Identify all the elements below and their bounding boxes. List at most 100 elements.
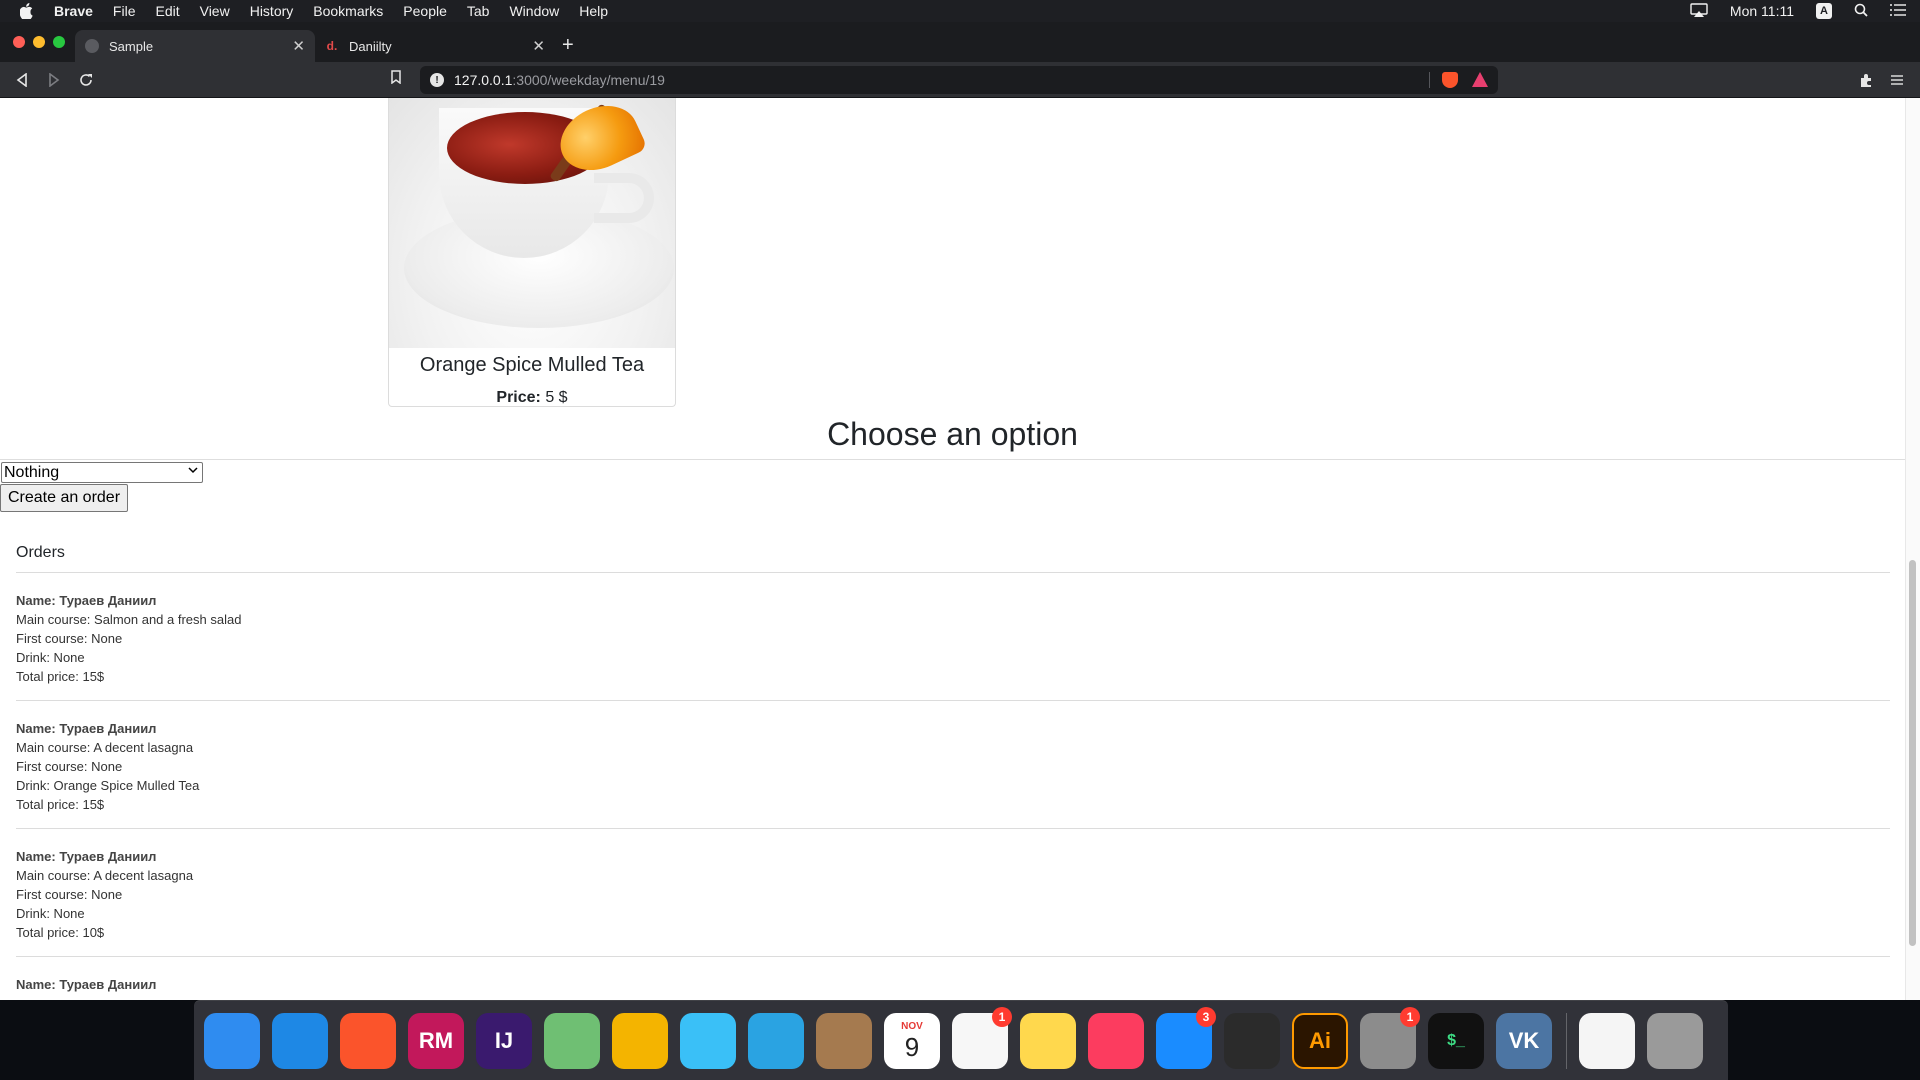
tab-title: Sample: [109, 38, 154, 54]
tab-daniilty[interactable]: d. Daniilty ✕: [315, 30, 555, 62]
url-host: 127.0.0.1: [454, 72, 513, 88]
airplay-icon[interactable]: [1690, 2, 1708, 20]
site-info-icon[interactable]: !: [430, 73, 444, 87]
minimize-window-button[interactable]: [33, 36, 45, 48]
music-icon[interactable]: [1088, 1012, 1144, 1069]
dock-icon-label: IJ: [494, 1027, 514, 1053]
maps-icon[interactable]: [544, 1012, 600, 1069]
card-title: Orange Spice Mulled Tea: [419, 354, 645, 376]
menu-history[interactable]: History: [250, 3, 294, 19]
option-select[interactable]: Nothing: [1, 462, 203, 483]
brave-icon[interactable]: [340, 1012, 396, 1069]
notification-badge: 1: [992, 1006, 1012, 1027]
telegram-icon[interactable]: [748, 1012, 804, 1069]
back-icon[interactable]: [12, 70, 32, 90]
tea-image: [389, 98, 675, 348]
intellij-icon[interactable]: IJ: [476, 1012, 532, 1069]
finder-icon[interactable]: [204, 1012, 260, 1069]
menu-window[interactable]: Window: [509, 3, 559, 19]
trash-icon[interactable]: [1647, 1012, 1703, 1069]
spotlight-search-icon[interactable]: [1854, 3, 1868, 20]
menu-icon[interactable]: [1887, 70, 1907, 90]
daniilty-favicon-icon: d.: [326, 39, 338, 53]
order-first-course: First course: None: [16, 887, 123, 902]
dock-separator: [1566, 1012, 1567, 1069]
menu-tab[interactable]: Tab: [467, 3, 490, 19]
order-item: Name: Тураев Даниил Main course: A decen…: [16, 829, 1890, 957]
menu-help[interactable]: Help: [579, 3, 608, 19]
reminders-icon[interactable]: 1: [952, 1006, 1012, 1069]
globe-icon: [85, 39, 99, 53]
final-cut-icon[interactable]: [1224, 1012, 1280, 1069]
tab-sample[interactable]: Sample ✕: [75, 30, 315, 62]
order-drink: Drink: None: [16, 650, 85, 665]
forward-icon[interactable]: [44, 70, 64, 90]
notes-icon[interactable]: [1020, 1012, 1076, 1069]
menu-bookmarks[interactable]: Bookmarks: [313, 3, 383, 19]
app-store-icon[interactable]: 3: [1156, 1006, 1216, 1069]
contacts-icon[interactable]: [816, 1012, 872, 1069]
brave-rewards-icon[interactable]: [1472, 72, 1488, 87]
brave-shields-icon[interactable]: [1442, 72, 1458, 88]
notification-center-icon[interactable]: [1890, 3, 1906, 19]
close-tab-icon[interactable]: ✕: [532, 37, 545, 55]
menu-item-card: Orange Spice Mulled Tea Price: 5 $: [388, 98, 676, 407]
tea-image-icon[interactable]: [1579, 1012, 1635, 1069]
illustrator-icon[interactable]: Ai: [1292, 1012, 1348, 1069]
card-price: Price: 5 $: [389, 389, 675, 407]
close-tab-icon[interactable]: ✕: [292, 37, 305, 55]
tab-title: Daniilty: [349, 38, 392, 54]
order-name: Name: Тураев Даниил: [16, 849, 157, 864]
menu-view[interactable]: View: [200, 3, 230, 19]
bookmark-icon[interactable]: [390, 70, 402, 87]
macos-menu-bar: Brave File Edit View History Bookmarks P…: [0, 0, 1920, 22]
create-order-button[interactable]: Create an order: [0, 484, 128, 512]
menubar-clock[interactable]: Mon 11:11: [1730, 3, 1794, 19]
address-bar[interactable]: ! 127.0.0.1:3000/weekday/menu/19: [420, 66, 1498, 94]
price-label: Price:: [496, 389, 541, 406]
photos-icon[interactable]: [612, 1012, 668, 1069]
cup-handle-shape: [594, 173, 654, 223]
menu-file[interactable]: File: [113, 3, 136, 19]
order-main-course: Main course: Salmon and a fresh salad: [16, 612, 242, 627]
terminal-icon[interactable]: $_: [1428, 1012, 1484, 1069]
page-scrollbar[interactable]: [1905, 98, 1920, 1000]
apple-menu-icon[interactable]: [18, 2, 36, 20]
calendar-month: NOV: [901, 1020, 923, 1032]
choose-option-heading: Choose an option: [827, 416, 1078, 452]
order-total: Total price: 15$: [16, 797, 105, 812]
rubymine-icon[interactable]: RM: [408, 1012, 464, 1069]
order-name: Name: Тураев Даниил: [16, 977, 157, 992]
safari-icon[interactable]: [272, 1012, 328, 1069]
order-first-course: First course: None: [16, 631, 123, 646]
scrollbar-thumb[interactable]: [1909, 560, 1916, 946]
browser-tab-strip: Sample ✕ d. Daniilty ✕ +: [0, 22, 1920, 62]
extensions-icon[interactable]: [1856, 70, 1876, 90]
messages-icon[interactable]: [680, 1012, 736, 1069]
menu-people[interactable]: People: [403, 3, 447, 19]
calendar-icon[interactable]: NOV 9: [884, 1012, 940, 1069]
order-item: Name: Тураев Даниил: [16, 957, 1890, 997]
order-drink: Drink: Orange Spice Mulled Tea: [16, 778, 200, 793]
order-name: Name: Тураев Даниил: [16, 593, 157, 608]
system-preferences-icon[interactable]: 1: [1360, 1006, 1420, 1069]
menu-app-name[interactable]: Brave: [54, 3, 93, 19]
dock-icon-label: Ai: [1309, 1027, 1331, 1053]
close-window-button[interactable]: [13, 36, 25, 48]
menu-edit[interactable]: Edit: [155, 3, 179, 19]
zoom-window-button[interactable]: [53, 36, 65, 48]
order-item: Name: Тураев Даниил Main course: A decen…: [16, 701, 1890, 829]
input-source-icon[interactable]: A: [1816, 3, 1832, 19]
section-divider: [0, 459, 1905, 460]
notification-badge: 3: [1196, 1006, 1216, 1027]
order-item: Name: Тураев Даниил Main course: Salmon …: [16, 573, 1890, 701]
option-select-value: Nothing: [4, 463, 60, 481]
order-name: Name: Тураев Даниил: [16, 721, 157, 736]
window-controls: [13, 36, 65, 48]
new-tab-icon[interactable]: +: [562, 35, 574, 55]
address-bar-divider: [1429, 72, 1430, 88]
vk-icon[interactable]: VK: [1496, 1012, 1552, 1069]
macos-dock: RM IJ NOV 9 1 3 Ai 1 $_ VK: [194, 1000, 1728, 1080]
dock-icon-label: VK: [1508, 1027, 1540, 1053]
reload-icon[interactable]: [76, 70, 96, 90]
